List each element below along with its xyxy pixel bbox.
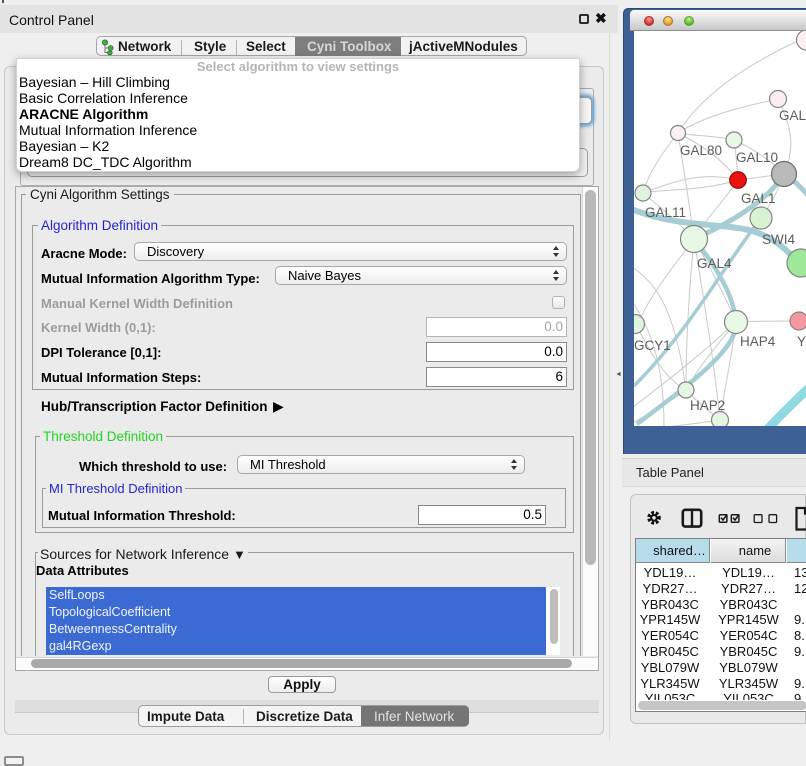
svg-text:GAL10: GAL10: [736, 150, 778, 165]
svg-text:GAL11: GAL11: [645, 205, 686, 220]
svg-text:HAP4: HAP4: [740, 334, 776, 349]
svg-text:HAP2: HAP2: [690, 398, 725, 413]
svg-text:GCY1: GCY1: [634, 338, 671, 353]
svg-text:GAL: GAL: [779, 108, 806, 123]
svg-text:SWI4: SWI4: [762, 232, 795, 247]
svg-text:GAL1: GAL1: [741, 191, 776, 206]
svg-text:GAL4: GAL4: [697, 256, 732, 271]
svg-text:GAL80: GAL80: [680, 143, 722, 158]
svg-text:Y: Y: [797, 334, 806, 349]
